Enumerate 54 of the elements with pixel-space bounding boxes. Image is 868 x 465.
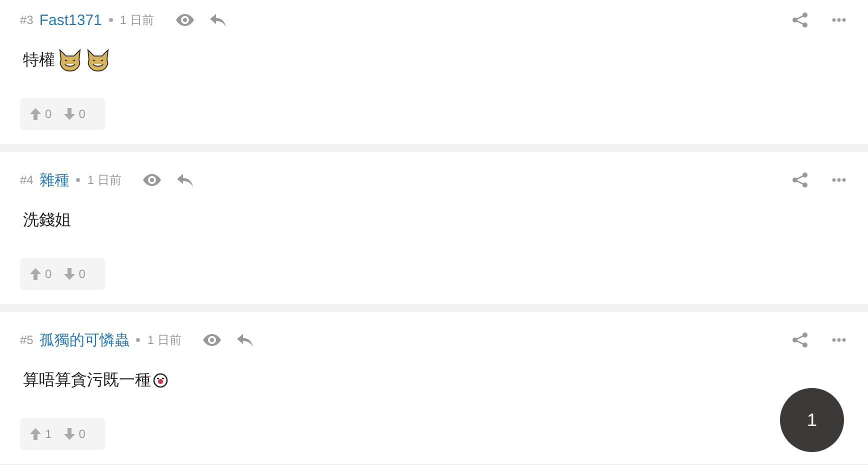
comment-time: 1 日前 xyxy=(147,332,182,348)
arrow-up-icon xyxy=(30,428,41,440)
arrow-down-icon xyxy=(64,268,75,280)
cat-sticker-icon xyxy=(57,48,83,72)
reply-icon xyxy=(237,334,254,346)
share-button[interactable] xyxy=(792,172,808,188)
share-button[interactable] xyxy=(792,332,808,348)
reply-icon xyxy=(210,14,226,26)
comment-number: #4 xyxy=(20,173,34,187)
arrow-up-icon xyxy=(30,108,41,120)
downvote-button[interactable]: 0 xyxy=(64,427,86,441)
share-icon xyxy=(792,172,808,188)
more-button[interactable] xyxy=(832,338,846,342)
comment-text: 特權 xyxy=(23,50,55,70)
upvote-button[interactable]: 0 xyxy=(30,107,52,121)
more-icon xyxy=(832,18,846,22)
eye-icon xyxy=(203,334,222,346)
comment-time: 1 日前 xyxy=(120,12,154,28)
eye-icon xyxy=(143,174,162,186)
comment-time: 1 日前 xyxy=(87,172,122,188)
downvote-button[interactable]: 0 xyxy=(64,267,86,281)
comment-number: #5 xyxy=(20,333,34,347)
view-button[interactable] xyxy=(143,174,162,186)
reply-button[interactable] xyxy=(237,334,254,346)
separator-dot xyxy=(108,18,113,22)
more-button[interactable] xyxy=(832,178,846,182)
share-icon xyxy=(792,332,808,348)
view-button[interactable] xyxy=(176,14,194,26)
reply-button[interactable] xyxy=(177,174,194,186)
more-button[interactable] xyxy=(832,18,846,22)
eye-icon xyxy=(176,14,194,26)
author-link[interactable]: 孤獨的可憐蟲 xyxy=(39,330,130,350)
more-icon xyxy=(832,338,846,342)
arrow-up-icon xyxy=(30,268,41,280)
comment-text: 算唔算貪污既一種 xyxy=(23,370,151,390)
cat-sticker-icon xyxy=(85,48,111,72)
arrow-down-icon xyxy=(64,108,75,120)
arrow-down-icon xyxy=(64,428,75,440)
upvote-button[interactable]: 0 xyxy=(30,267,52,281)
share-icon xyxy=(792,12,808,28)
smiley-icon xyxy=(153,372,168,388)
separator-dot xyxy=(136,338,140,342)
author-link[interactable]: 雜種 xyxy=(39,170,70,190)
reply-button[interactable] xyxy=(210,14,226,26)
share-button[interactable] xyxy=(792,12,808,28)
reply-icon xyxy=(177,174,194,186)
view-button[interactable] xyxy=(203,334,222,346)
comment-text: 洗錢姐 xyxy=(23,210,71,230)
upvote-button[interactable]: 1 xyxy=(30,427,52,441)
author-link[interactable]: Fast1371 xyxy=(39,12,102,28)
comment-number: #3 xyxy=(20,13,34,27)
separator-dot xyxy=(76,178,80,182)
more-icon xyxy=(832,178,846,182)
downvote-button[interactable]: 0 xyxy=(64,107,86,121)
